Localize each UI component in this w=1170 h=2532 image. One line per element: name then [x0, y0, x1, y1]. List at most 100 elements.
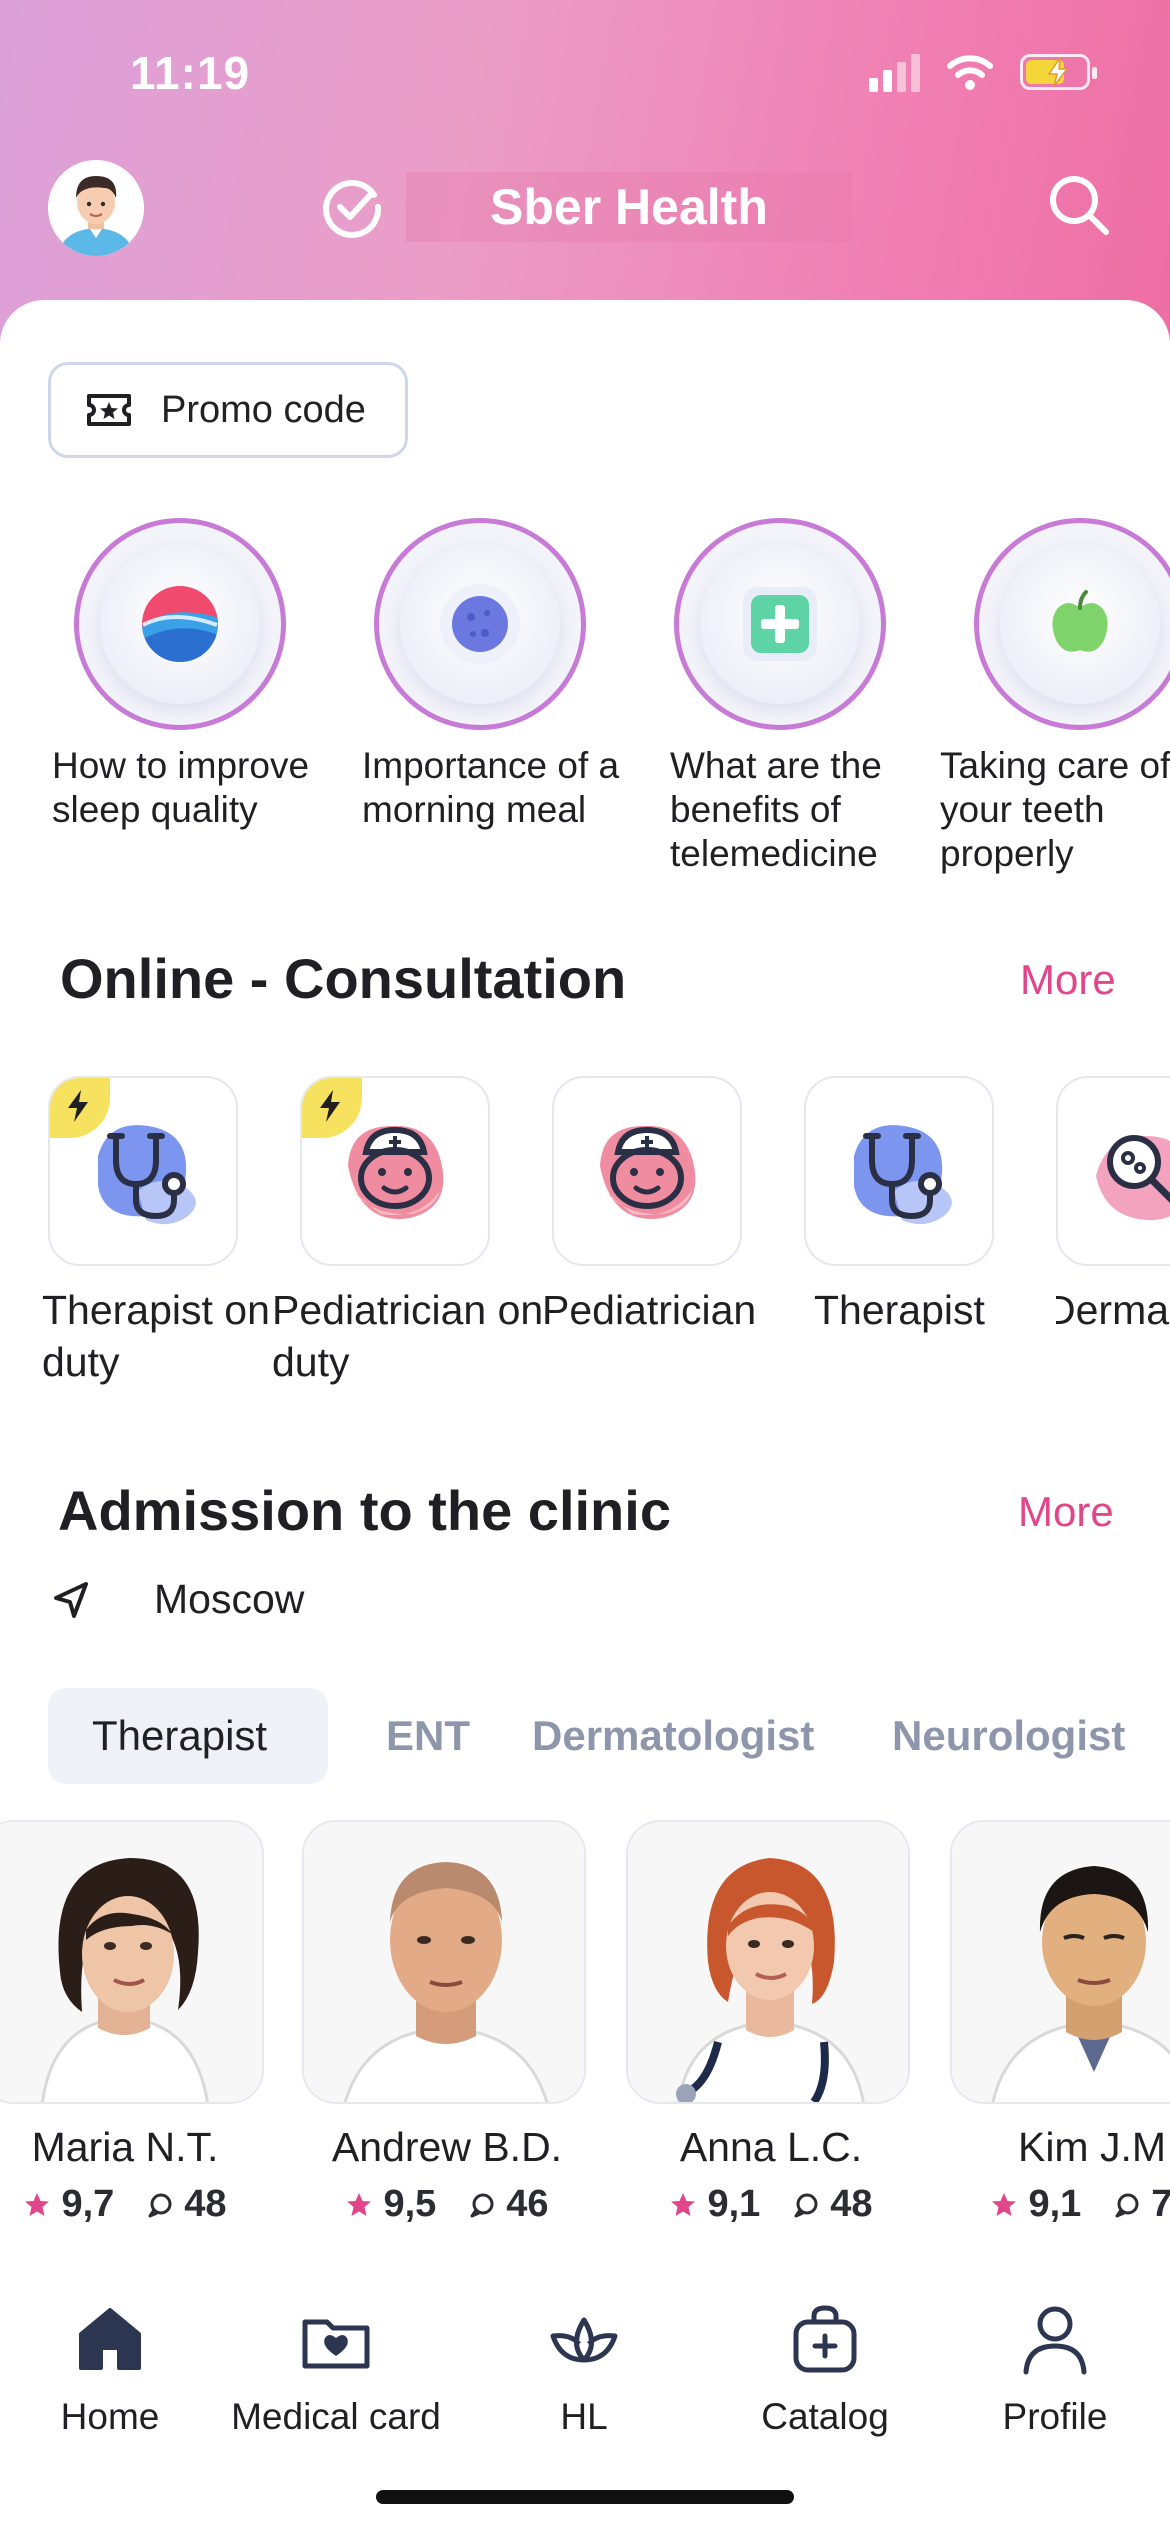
consult-card [48, 1076, 238, 1266]
consult-item[interactable]: Derma [1056, 1076, 1170, 1336]
star-icon [347, 2192, 372, 2216]
nav-home[interactable]: Home [50, 2300, 170, 2438]
tab-ent[interactable]: ENT [386, 1688, 470, 1784]
doctor-card[interactable]: Maria N.T. 9,7 48 [0, 1820, 270, 2226]
comment-icon [794, 2193, 818, 2217]
bag-icon [793, 2305, 857, 2373]
location-label[interactable]: Moscow [154, 1576, 304, 1623]
online-more-link[interactable]: More [1020, 956, 1116, 1004]
nav-catalog[interactable]: Catalog [750, 2300, 900, 2438]
nav-label: Home [60, 2396, 160, 2437]
stories-row: How to improve sleep quality Importance … [0, 518, 1170, 878]
medical-plus-icon [743, 587, 817, 661]
promo-code-label: Promo code [161, 388, 366, 431]
doctor-stats: 9,1 48 [626, 2183, 916, 2226]
ticket-icon [87, 394, 131, 426]
tab-dermatologist[interactable]: Dermatologist [532, 1688, 814, 1784]
dermatology-icon [1096, 1135, 1170, 1221]
doctor-card[interactable]: Andrew B.D. 9,5 46 [302, 1820, 592, 2226]
doctor-stats: 9,7 48 [0, 2183, 270, 2226]
doctor-name: Andrew B.D. [331, 2124, 563, 2170]
page-title: Sber Health [406, 172, 852, 242]
doctor-name: Kim J.M [1017, 2124, 1167, 2170]
doctor-rating: 9,5 [383, 2183, 437, 2225]
stethoscope-icon [854, 1125, 952, 1225]
doctor-reviews: 46 [506, 2183, 549, 2225]
tab-neurologist[interactable]: Neurologist [892, 1688, 1125, 1784]
doctor-card[interactable]: Kim J.M 9,1 76 [950, 1820, 1170, 2226]
story-ring [974, 518, 1170, 730]
doctor-photo [302, 1820, 586, 2104]
consult-item[interactable]: Pediatrician [542, 1076, 802, 1336]
comment-icon [148, 2193, 172, 2217]
story-item[interactable]: Importance of a morning meal [362, 518, 664, 832]
doctor-photo [626, 1820, 910, 2104]
consult-label: Therapist on duty [42, 1287, 270, 1385]
nav-label: Medical card [231, 2396, 441, 2437]
medical-card-icon [302, 2319, 370, 2369]
pediatrician-icon [600, 1125, 696, 1219]
tab-therapist[interactable]: Therapist [48, 1688, 328, 1784]
doctor-reviews: 48 [184, 2183, 227, 2225]
story-ring [674, 518, 886, 730]
consult-item[interactable]: Pediatrician on duty [272, 1076, 550, 1388]
wifi-icon [947, 55, 993, 90]
promo-code-button[interactable]: Promo code [48, 362, 408, 458]
check-circle-icon[interactable] [320, 175, 384, 239]
doctor-name: Anna L.C. [679, 2124, 863, 2170]
doctor-card[interactable]: Anna L.C. 9,1 48 [626, 1820, 916, 2226]
app-screen: 11:19 Sber Health Promo code How to impr… [0, 0, 1170, 2532]
battery-icon [1020, 54, 1097, 90]
story-item[interactable]: How to improve sleep quality [52, 518, 364, 832]
comment-icon [470, 2193, 494, 2217]
clinic-more-link[interactable]: More [1018, 1488, 1114, 1536]
consult-card [804, 1076, 994, 1266]
doctor-stats: 9,1 76 [950, 2183, 1170, 2226]
search-icon[interactable] [1046, 172, 1112, 238]
story-ring [74, 518, 286, 730]
doctor-photo [0, 1820, 264, 2104]
doctor-reviews: 48 [830, 2183, 873, 2225]
avatar[interactable] [48, 160, 144, 256]
user-avatar-icon [48, 160, 144, 256]
clinic-title: Admission to the clinic [58, 1479, 671, 1542]
status-time: 11:19 [130, 47, 251, 99]
story-label: Importance of a morning meal [362, 745, 620, 830]
doctor-reviews: 76 [1151, 2183, 1170, 2225]
story-label: What are the benefits of telemedicine [670, 745, 882, 874]
home-icon [79, 2308, 141, 2370]
consult-item[interactable]: Therapist [804, 1076, 1054, 1336]
nav-profile[interactable]: Profile [990, 2300, 1120, 2438]
apple-icon [1052, 590, 1108, 652]
story-item[interactable]: What are the benefits of telemedicine [670, 518, 964, 876]
profile-icon [1023, 2306, 1087, 2375]
nav-hl[interactable]: HL [526, 2300, 642, 2438]
consult-item[interactable]: Therapist on duty [42, 1076, 298, 1388]
nav-label: Catalog [761, 2396, 889, 2437]
doctor-rating: 9,1 [1028, 2183, 1082, 2225]
header-title-group: Sber Health [320, 172, 852, 242]
doctor-stats: 9,5 46 [302, 2183, 592, 2226]
sleep-ball-icon [142, 586, 218, 662]
doctor-rating: 9,1 [707, 2183, 761, 2225]
comment-icon [1115, 2193, 1139, 2217]
story-label: How to improve sleep quality [52, 745, 310, 830]
nav-label: Profile [1002, 2396, 1108, 2437]
nav-label: HL [560, 2396, 608, 2437]
doctor-photo [950, 1820, 1170, 2104]
story-label: Taking care of your teeth properly [940, 745, 1170, 874]
doctor-name: Maria N.T. [31, 2124, 219, 2170]
online-consultation-title: Online - Consultation [60, 947, 627, 1010]
status-icons [869, 52, 1097, 92]
star-icon [992, 2192, 1017, 2216]
star-icon [25, 2192, 50, 2216]
story-item[interactable]: Taking care of your teeth properly [940, 518, 1170, 876]
consult-label: Therapist [814, 1287, 985, 1333]
consult-card [1056, 1076, 1170, 1266]
signal-icon [869, 52, 920, 92]
consult-label: Pediatrician on duty [272, 1287, 544, 1385]
nav-medical-card[interactable]: Medical card [226, 2300, 446, 2438]
consult-label: Pediatrician [542, 1287, 757, 1333]
star-icon [671, 2192, 696, 2216]
home-indicator[interactable] [376, 2490, 794, 2504]
